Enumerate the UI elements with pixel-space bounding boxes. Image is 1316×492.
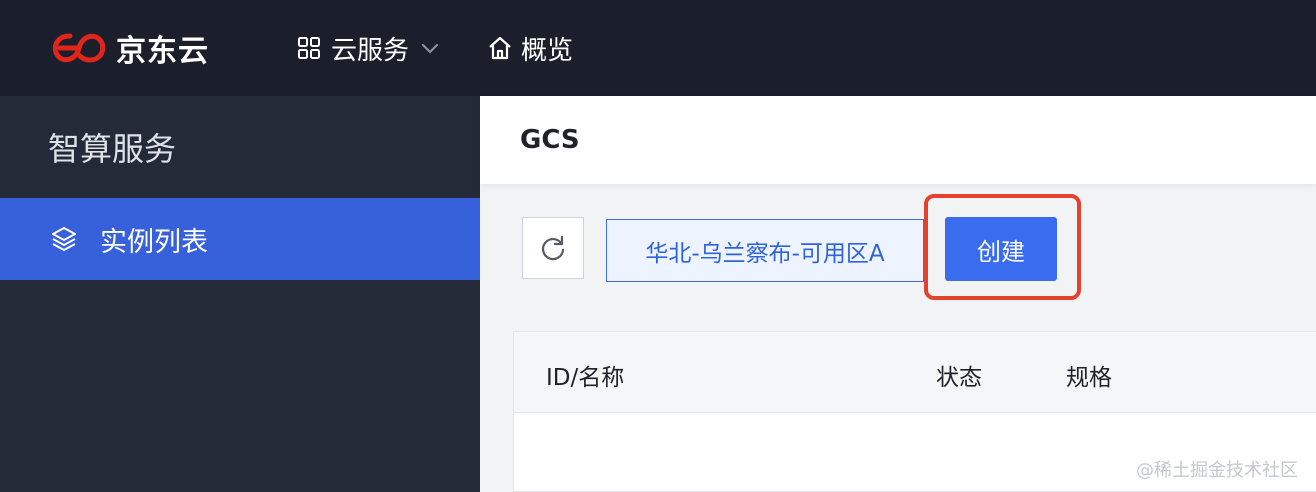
nav-services-label: 云服务: [331, 35, 410, 66]
sidebar-item-instance-list[interactable]: 实例列表: [0, 198, 480, 280]
column-header-id-name[interactable]: ID/名称: [546, 358, 624, 392]
home-icon: [489, 36, 511, 60]
chevron-down-icon: [421, 43, 439, 54]
refresh-icon: [541, 235, 565, 261]
jdcloud-logo-icon: [52, 33, 106, 63]
nav-overview[interactable]: 概览: [487, 30, 573, 67]
brand-name: 京东云: [116, 34, 209, 69]
nav-overview-label: 概览: [521, 35, 574, 66]
brand-logo[interactable]: 京东云: [48, 26, 209, 70]
create-button[interactable]: 创建: [945, 217, 1057, 281]
table-header: ID/名称 状态 规格: [514, 332, 1316, 413]
nav-cloud-services[interactable]: 云服务: [297, 30, 441, 67]
page-title: GCS: [520, 125, 580, 155]
column-header-status[interactable]: 状态: [936, 358, 982, 392]
refresh-button[interactable]: [522, 217, 584, 279]
sidebar-item-label: 实例列表: [100, 226, 208, 258]
grid-icon: [298, 37, 320, 59]
top-navbar: 京东云 云服务 概览: [0, 0, 1316, 96]
sidebar-title: 智算服务: [48, 130, 177, 168]
watermark: @稀土掘金技术社区: [1136, 460, 1298, 481]
page-header: GCS: [480, 96, 1316, 184]
sidebar: 智算服务 实例列表: [0, 96, 480, 492]
column-header-spec[interactable]: 规格: [1066, 358, 1112, 392]
region-selector[interactable]: 华北-乌兰察布-可用区A: [606, 219, 924, 282]
layers-icon: [52, 227, 76, 251]
